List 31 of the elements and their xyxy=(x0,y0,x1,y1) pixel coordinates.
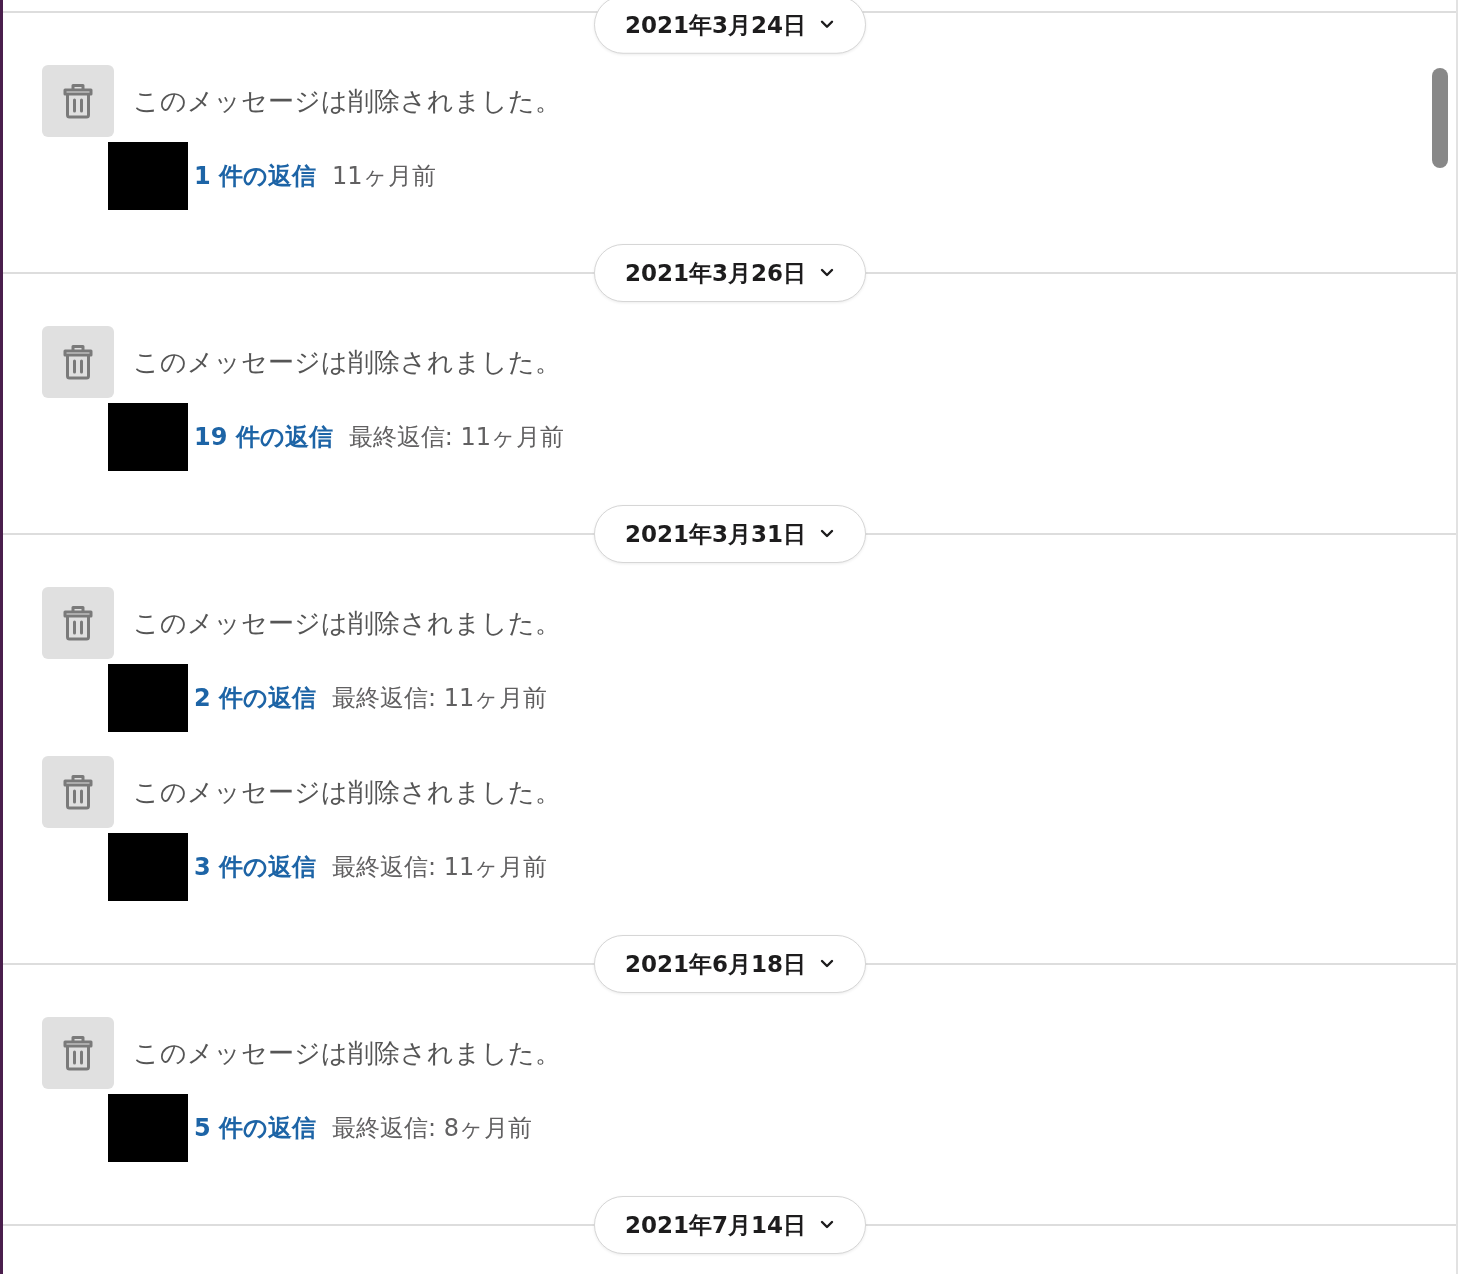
chevron-down-icon xyxy=(820,19,834,30)
replies-link[interactable]: 1 件の返信 xyxy=(194,160,317,192)
scrollbar-thumb[interactable] xyxy=(1432,68,1448,168)
last-reply-time: 最終返信: 11ヶ月前 xyxy=(348,422,565,453)
date-button[interactable]: 2021年3月31日 xyxy=(593,505,866,563)
replies-link[interactable]: 19 件の返信 xyxy=(194,421,333,453)
chevron-down-icon xyxy=(820,268,834,278)
trash-icon xyxy=(42,326,114,398)
chevron-down-icon xyxy=(820,1220,834,1230)
last-reply-time: 11ヶ月前 xyxy=(332,161,436,192)
replies-link[interactable]: 2 件の返信 xyxy=(194,682,317,714)
date-button[interactable]: 2021年3月24日 xyxy=(593,0,866,54)
trash-icon xyxy=(42,756,114,828)
deleted-message-text: このメッセージは削除されました。 xyxy=(133,775,561,809)
deleted-message-text: このメッセージは削除されました。 xyxy=(133,84,561,118)
last-reply-time: 最終返信: 11ヶ月前 xyxy=(332,852,548,883)
trash-icon xyxy=(42,1017,114,1089)
chevron-down-icon xyxy=(820,529,834,539)
replies-link[interactable]: 3 件の返信 xyxy=(194,851,317,883)
date-button[interactable]: 2021年7月14日 xyxy=(593,1196,866,1254)
date-button[interactable]: 2021年3月26日 xyxy=(593,244,866,302)
chevron-down-icon xyxy=(820,959,834,969)
trash-icon xyxy=(42,65,114,137)
date-button[interactable]: 2021年6月18日 xyxy=(593,935,866,993)
deleted-message-text: このメッセージは削除されました。 xyxy=(133,345,561,379)
deleted-message-text: このメッセージは削除されました。 xyxy=(133,606,561,640)
last-reply-time: 最終返信: 8ヶ月前 xyxy=(332,1113,533,1144)
replies-link[interactable]: 5 件の返信 xyxy=(194,1112,317,1144)
trash-icon xyxy=(42,587,114,659)
last-reply-time: 最終返信: 11ヶ月前 xyxy=(332,683,548,714)
deleted-message-text: このメッセージは削除されました。 xyxy=(133,1036,561,1070)
